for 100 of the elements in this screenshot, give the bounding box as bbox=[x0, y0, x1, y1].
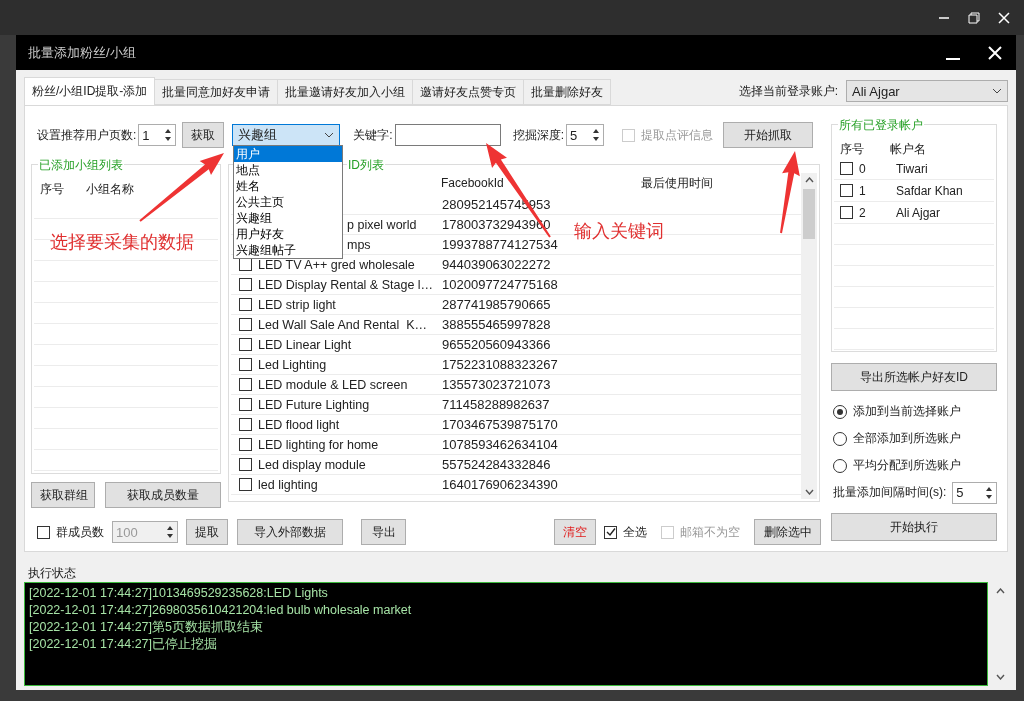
row-name: LED Linear Light bbox=[258, 337, 352, 352]
pages-label: 设置推荐用户页数: bbox=[37, 126, 137, 144]
checkbox[interactable] bbox=[37, 525, 50, 539]
scroll-down-icon[interactable] bbox=[995, 674, 1005, 680]
fetch-button[interactable]: 获取 bbox=[182, 122, 225, 148]
radio-button[interactable] bbox=[833, 404, 847, 419]
facebook-id: 1993788774127534 bbox=[442, 237, 558, 252]
annotation-text: 选择要采集的数据 bbox=[50, 231, 194, 254]
minimize-icon bbox=[946, 57, 960, 60]
execute-button[interactable]: 开始执行 bbox=[831, 513, 997, 541]
accounts-title: 所有已登录帐户 bbox=[838, 117, 924, 134]
row-name: led lighting bbox=[258, 477, 318, 492]
results-title: ID列表 bbox=[347, 157, 385, 174]
interval-label: 批量添加间隔时间(s): bbox=[833, 484, 947, 501]
scrollbar-thumb[interactable] bbox=[803, 189, 815, 239]
row-name: LED module & LED screen bbox=[258, 377, 408, 392]
email-filter-label: 邮箱不为空 bbox=[680, 523, 741, 541]
start-scrape-button[interactable]: 开始抓取 bbox=[723, 122, 814, 148]
account-index: 2 bbox=[859, 205, 866, 220]
checkbox[interactable] bbox=[840, 162, 853, 175]
member-count-label: 群成员数 bbox=[56, 523, 104, 541]
radio-button[interactable] bbox=[833, 431, 847, 446]
groups-title: 已添加小组列表 bbox=[38, 157, 124, 174]
row-name: Led Wall Sale And Rental K… bbox=[258, 317, 428, 332]
delete-selected-button[interactable]: 删除选中 bbox=[754, 519, 821, 545]
depth-spinner[interactable]: 5 bbox=[566, 124, 605, 146]
interval-spinner[interactable]: 5 bbox=[952, 481, 998, 504]
radio-label: 添加到当前选择账户 bbox=[853, 403, 961, 420]
facebook-id: 1640176906234390 bbox=[442, 477, 558, 492]
scroll-down-icon[interactable] bbox=[804, 489, 814, 495]
checkbox[interactable] bbox=[239, 358, 252, 371]
checkbox[interactable] bbox=[239, 478, 252, 491]
column-header: 序号 bbox=[39, 181, 65, 198]
restore-icon[interactable] bbox=[968, 11, 980, 24]
checkbox[interactable] bbox=[239, 338, 252, 351]
facebook-id: 287741985790665 bbox=[442, 297, 551, 312]
select-all-label: 全选 bbox=[623, 523, 648, 541]
tab[interactable]: 邀请好友点赞专页 bbox=[412, 79, 525, 105]
radio-button[interactable] bbox=[833, 458, 847, 473]
account-index: 0 bbox=[859, 161, 866, 176]
column-header: 最后使用时间 bbox=[640, 174, 714, 192]
account-name: Tiwari bbox=[895, 161, 928, 176]
radio-label: 全部添加到所选账户 bbox=[853, 430, 961, 447]
tab[interactable]: 批量邀请好友加入小组 bbox=[277, 79, 414, 105]
import-button[interactable]: 导入外部数据 bbox=[237, 519, 343, 545]
dropdown-option[interactable]: 用户 bbox=[234, 146, 343, 162]
scroll-up-icon[interactable] bbox=[995, 588, 1005, 594]
extract-button[interactable]: 提取 bbox=[186, 519, 229, 545]
facebook-id: 1078593462634104 bbox=[442, 437, 558, 452]
pages-spinner[interactable]: 1 bbox=[138, 124, 177, 146]
checkbox[interactable] bbox=[840, 184, 853, 197]
keyword-field[interactable] bbox=[394, 124, 501, 146]
row-name: LED Future Lighting bbox=[258, 397, 370, 412]
clear-button[interactable]: 清空 bbox=[554, 519, 597, 545]
keyword-label: 关键字: bbox=[353, 126, 393, 144]
checkbox[interactable] bbox=[239, 398, 252, 411]
row-name: p pixel world bbox=[347, 217, 417, 232]
close-icon bbox=[987, 44, 1003, 61]
facebook-id: 388555465997828 bbox=[442, 317, 551, 332]
log-line: [2022-12-01 17:44:27]2698035610421204:led bulb wholesale market bbox=[29, 602, 413, 619]
column-header: 小组名称 bbox=[85, 181, 135, 198]
facebook-id: 557524284332846 bbox=[442, 457, 551, 472]
row-name: Led Lighting bbox=[258, 357, 327, 372]
account-name: Safdar Khan bbox=[895, 183, 963, 198]
facebook-id: 965520560943366 bbox=[442, 337, 551, 352]
row-name: LED TV A++ gred wholesale bbox=[258, 257, 415, 272]
checkbox[interactable] bbox=[239, 378, 252, 391]
checkbox[interactable] bbox=[604, 525, 618, 539]
checkbox[interactable] bbox=[239, 458, 252, 471]
facebook-id: 135573023721073 bbox=[442, 377, 551, 392]
log-line: [2022-12-01 17:44:27]1013469529235628:LED Lights bbox=[29, 585, 329, 602]
export-friends-button[interactable]: 导出所选帐户好友ID bbox=[831, 363, 997, 391]
export-button[interactable]: 导出 bbox=[361, 519, 407, 545]
close-icon[interactable] bbox=[998, 11, 1010, 24]
account-index: 1 bbox=[859, 183, 866, 198]
tab[interactable]: 批量删除好友 bbox=[523, 79, 612, 105]
column-header: 序号 bbox=[839, 141, 865, 158]
row-name: Led display module bbox=[258, 457, 366, 472]
checkbox[interactable] bbox=[239, 318, 252, 331]
checkbox[interactable] bbox=[239, 278, 252, 291]
tab[interactable]: 粉丝/小组ID提取-添加 bbox=[24, 77, 156, 105]
account-dropdown[interactable]: Ali Ajgar bbox=[846, 80, 1008, 102]
log-line: [2022-12-01 17:44:27]已停止挖掘 bbox=[29, 636, 219, 653]
facebook-id: 1020097724775168 bbox=[442, 277, 558, 292]
log-line: [2022-12-01 17:44:27]第5页数据抓取结束 bbox=[29, 619, 264, 636]
checkbox[interactable] bbox=[239, 438, 252, 451]
get-members-button[interactable]: 获取成员数量 bbox=[105, 482, 221, 508]
column-header: FacebookId bbox=[440, 176, 505, 190]
checkbox[interactable] bbox=[239, 418, 252, 431]
account-name: Ali Ajgar bbox=[895, 205, 941, 220]
column-header: 帐户名 bbox=[889, 141, 927, 158]
get-groups-button[interactable]: 获取群组 bbox=[31, 482, 95, 508]
checkbox[interactable] bbox=[239, 298, 252, 311]
type-dropdown[interactable]: 兴趣组 bbox=[232, 124, 341, 146]
scroll-up-icon[interactable] bbox=[804, 177, 814, 183]
checkbox[interactable] bbox=[840, 206, 853, 219]
scrollbar[interactable] bbox=[801, 173, 817, 499]
review-label: 提取点评信息 bbox=[641, 126, 714, 144]
tab[interactable]: 批量同意加好友申请 bbox=[154, 79, 279, 105]
caret-icon bbox=[992, 88, 1002, 94]
